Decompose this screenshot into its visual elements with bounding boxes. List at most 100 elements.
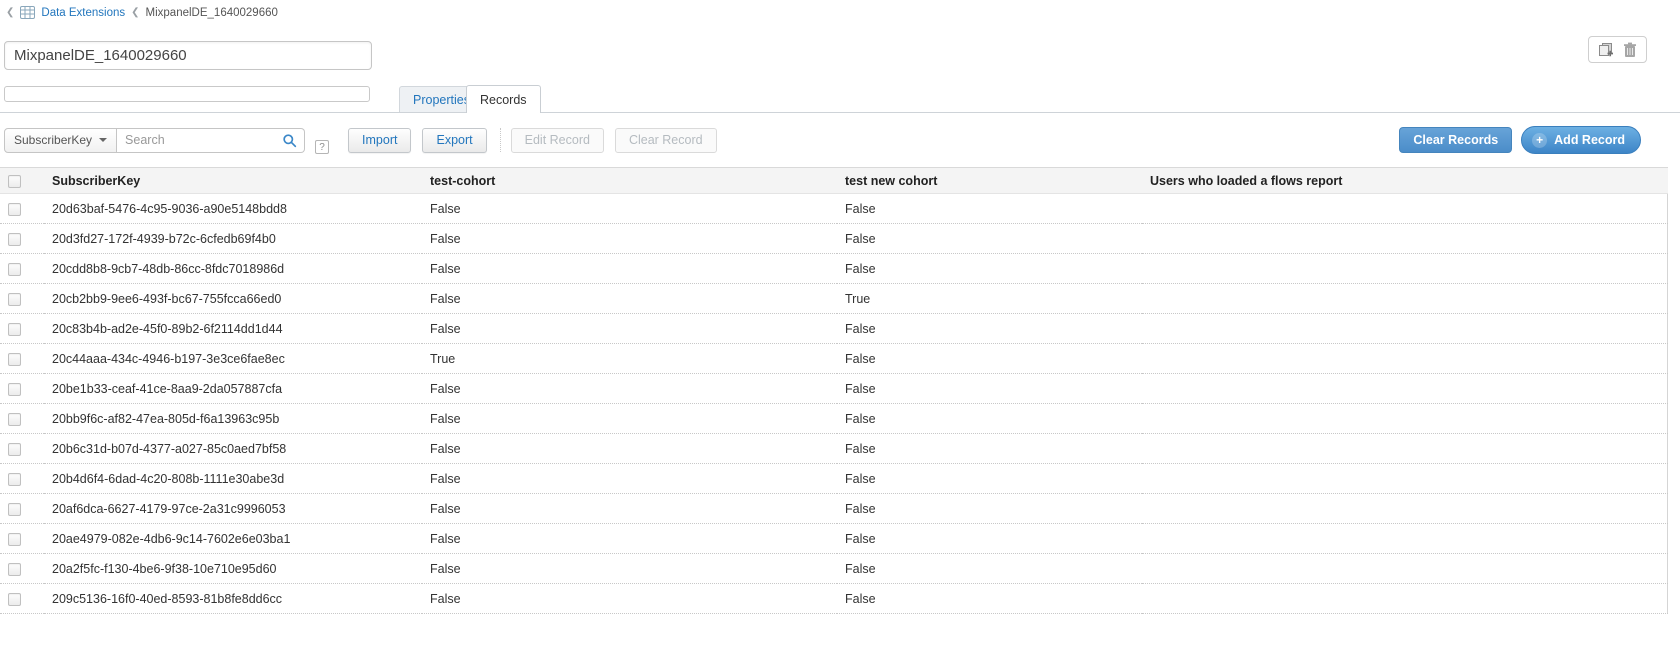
test-new-cohort-cell: False [837, 554, 1142, 584]
select-all-checkbox[interactable] [8, 175, 21, 188]
de-description-input[interactable] [4, 86, 370, 102]
subscriberkey-cell: 20be1b33-ceaf-41ce-8aa9-2da057887cfa [44, 374, 422, 404]
row-checkbox[interactable] [8, 443, 21, 456]
flows-report-cell [1142, 584, 1668, 614]
entity-actions-group [1588, 36, 1647, 63]
breadcrumb: ❮ Data Extensions ❮ MixpanelDE_164002966… [0, 0, 1680, 20]
subscriberkey-cell: 20b6c31d-b07d-4377-a027-85c0aed7bf58 [44, 434, 422, 464]
column-header-test-new-cohort[interactable]: test new cohort [837, 168, 1142, 194]
flows-report-cell [1142, 194, 1668, 224]
clear-record-button[interactable]: Clear Record [615, 128, 717, 153]
subscriberkey-cell: 20c83b4b-ad2e-45f0-89b2-6f2114dd1d44 [44, 314, 422, 344]
test-cohort-cell: False [422, 374, 837, 404]
table-row[interactable]: 20af6dca-6627-4179-97ce-2a31c9996053 Fal… [0, 494, 1668, 524]
row-select-cell [0, 284, 44, 314]
flows-report-cell [1142, 224, 1668, 254]
test-new-cohort-cell: False [837, 434, 1142, 464]
flows-report-cell [1142, 284, 1668, 314]
row-checkbox[interactable] [8, 593, 21, 606]
row-select-cell [0, 254, 44, 284]
records-table-body: 20d63baf-5476-4c95-9036-a90e5148bdd8 Fal… [0, 194, 1668, 614]
records-table-wrap: SubscriberKey test-cohort test new cohor… [0, 167, 1668, 614]
table-row[interactable]: 20cb2bb9-9ee6-493f-bc67-755fcca66ed0 Fal… [0, 284, 1668, 314]
row-checkbox[interactable] [8, 473, 21, 486]
flows-report-cell [1142, 254, 1668, 284]
test-new-cohort-cell: False [837, 344, 1142, 374]
flows-report-cell [1142, 434, 1668, 464]
column-header-test-cohort[interactable]: test-cohort [422, 168, 837, 194]
row-select-cell [0, 554, 44, 584]
row-checkbox[interactable] [8, 353, 21, 366]
table-row[interactable]: 20bb9f6c-af82-47ea-805d-f6a13963c95b Fal… [0, 404, 1668, 434]
row-select-cell [0, 434, 44, 464]
row-checkbox[interactable] [8, 413, 21, 426]
delete-trash-icon[interactable] [1623, 42, 1637, 58]
breadcrumb-current: MixpanelDE_1640029660 [146, 7, 278, 19]
subscriberkey-cell: 20bb9f6c-af82-47ea-805d-f6a13963c95b [44, 404, 422, 434]
de-name-input[interactable] [4, 41, 372, 70]
test-cohort-cell: False [422, 524, 837, 554]
import-button[interactable]: Import [348, 128, 411, 153]
back-chevron-icon[interactable]: ❮ [6, 8, 14, 18]
table-row[interactable]: 20ae4979-082e-4db6-9c14-7602e6e03ba1 Fal… [0, 524, 1668, 554]
copy-record-icon[interactable] [1598, 42, 1614, 58]
subscriberkey-cell: 20d63baf-5476-4c95-9036-a90e5148bdd8 [44, 194, 422, 224]
table-row[interactable]: 20cdd8b8-9cb7-48db-86cc-8fdc7018986d Fal… [0, 254, 1668, 284]
add-record-button[interactable]: + Add Record [1521, 126, 1641, 154]
test-cohort-cell: False [422, 284, 837, 314]
column-header-flows-report[interactable]: Users who loaded a flows report [1142, 168, 1668, 194]
flows-report-cell [1142, 494, 1668, 524]
edit-record-button[interactable]: Edit Record [511, 128, 604, 153]
table-row[interactable]: 20b6c31d-b07d-4377-a027-85c0aed7bf58 Fal… [0, 434, 1668, 464]
subscriberkey-cell: 20c44aaa-434c-4946-b197-3e3ce6fae8ec [44, 344, 422, 374]
row-select-cell [0, 314, 44, 344]
clear-records-button[interactable]: Clear Records [1399, 127, 1512, 153]
data-extension-grid-icon [20, 6, 35, 19]
search-field-dropdown-value: SubscriberKey [14, 133, 92, 147]
subscriberkey-cell: 20cb2bb9-9ee6-493f-bc67-755fcca66ed0 [44, 284, 422, 314]
table-row[interactable]: 20c44aaa-434c-4946-b197-3e3ce6fae8ec Tru… [0, 344, 1668, 374]
header-select-all-cell [0, 168, 44, 194]
row-checkbox[interactable] [8, 263, 21, 276]
row-select-cell [0, 224, 44, 254]
table-row[interactable]: 20a2f5fc-f130-4be6-9f38-10e710e95d60 Fal… [0, 554, 1668, 584]
row-select-cell [0, 584, 44, 614]
column-header-subscriberkey[interactable]: SubscriberKey [44, 168, 422, 194]
row-checkbox[interactable] [8, 323, 21, 336]
test-cohort-cell: True [422, 344, 837, 374]
row-select-cell [0, 524, 44, 554]
tab-records[interactable]: Records [466, 85, 541, 113]
search-field-dropdown[interactable]: SubscriberKey [4, 128, 117, 153]
table-row[interactable]: 20d3fd27-172f-4939-b72c-6cfedb69f4b0 Fal… [0, 224, 1668, 254]
table-row[interactable]: 20c83b4b-ad2e-45f0-89b2-6f2114dd1d44 Fal… [0, 314, 1668, 344]
test-new-cohort-cell: False [837, 494, 1142, 524]
flows-report-cell [1142, 374, 1668, 404]
row-checkbox[interactable] [8, 563, 21, 576]
table-row[interactable]: 209c5136-16f0-40ed-8593-81b8fe8dd6cc Fal… [0, 584, 1668, 614]
export-button[interactable]: Export [422, 128, 486, 153]
row-checkbox[interactable] [8, 293, 21, 306]
row-select-cell [0, 344, 44, 374]
row-select-cell [0, 404, 44, 434]
search-icon[interactable] [275, 133, 304, 148]
row-checkbox[interactable] [8, 383, 21, 396]
flows-report-cell [1142, 404, 1668, 434]
table-row[interactable]: 20b4d6f4-6dad-4c20-808b-1111e30abe3d Fal… [0, 464, 1668, 494]
subscriberkey-cell: 20af6dca-6627-4179-97ce-2a31c9996053 [44, 494, 422, 524]
header-section: Properties Records [0, 20, 1680, 113]
table-row[interactable]: 20be1b33-ceaf-41ce-8aa9-2da057887cfa Fal… [0, 374, 1668, 404]
row-checkbox[interactable] [8, 203, 21, 216]
toolbar-divider [500, 128, 501, 152]
chevron-down-icon [99, 138, 107, 142]
test-cohort-cell: False [422, 554, 837, 584]
search-box [117, 128, 305, 153]
breadcrumb-link-data-extensions[interactable]: Data Extensions [41, 7, 125, 19]
table-row[interactable]: 20d63baf-5476-4c95-9036-a90e5148bdd8 Fal… [0, 194, 1668, 224]
subscriberkey-cell: 20cdd8b8-9cb7-48db-86cc-8fdc7018986d [44, 254, 422, 284]
flows-report-cell [1142, 464, 1668, 494]
row-checkbox[interactable] [8, 533, 21, 546]
row-checkbox[interactable] [8, 233, 21, 246]
help-icon[interactable]: ? [315, 140, 329, 154]
search-input[interactable] [117, 133, 275, 147]
row-checkbox[interactable] [8, 503, 21, 516]
